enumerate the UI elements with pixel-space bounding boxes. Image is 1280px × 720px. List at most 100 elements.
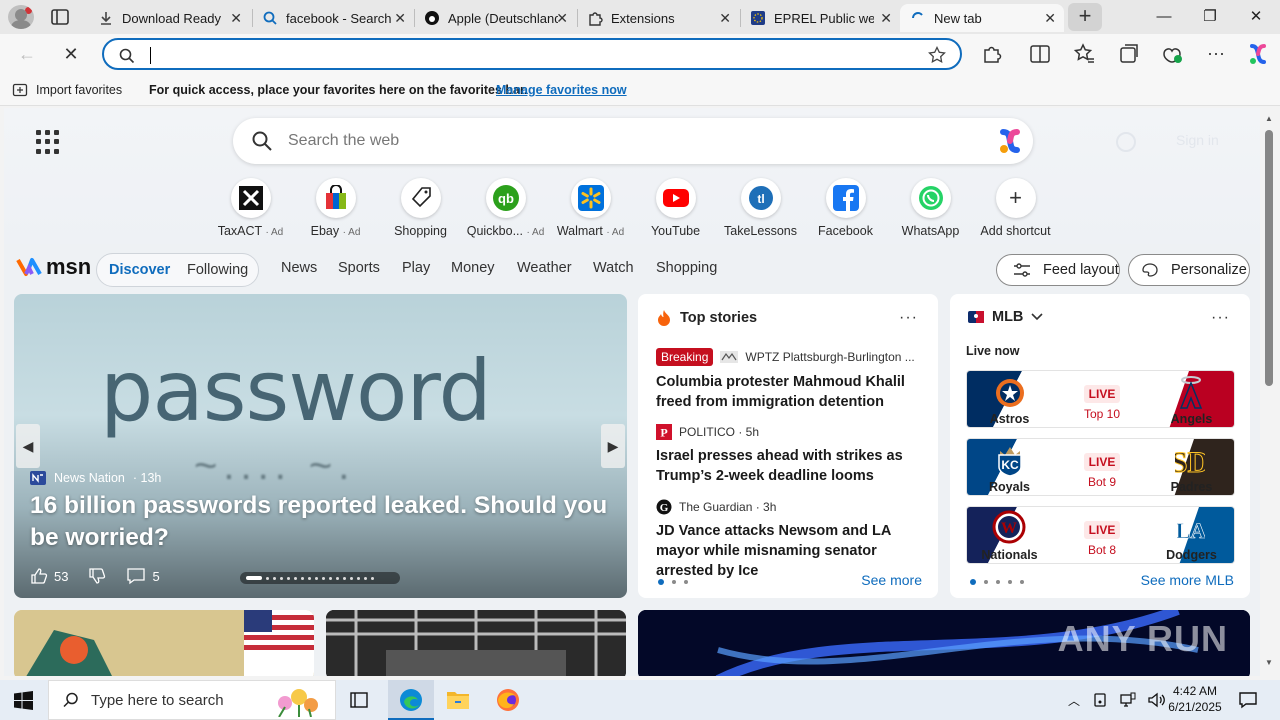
new-tab-button[interactable]: + <box>1068 3 1102 31</box>
settings-gear-icon[interactable] <box>1116 132 1136 152</box>
browser-essentials-icon[interactable] <box>1160 42 1184 66</box>
see-more-mlb-link[interactable]: See more MLB <box>1141 572 1234 588</box>
feed-layout-button[interactable]: Feed layout <box>996 254 1120 286</box>
collections-icon[interactable] <box>1117 42 1141 66</box>
shortcut-taxact[interactable]: TaxACT · Ad <box>208 174 293 238</box>
device-icon[interactable] <box>1092 692 1108 708</box>
tab-title: EPREL Public website <box>774 10 874 26</box>
shortcut-whatsapp[interactable]: WhatsApp <box>888 174 973 238</box>
carousel-next-button[interactable]: ▶ <box>601 424 625 468</box>
news-card[interactable] <box>326 610 626 676</box>
tab-download-ready[interactable]: Download Ready ✕ <box>88 4 250 32</box>
firefox-icon[interactable] <box>496 688 520 712</box>
nav-watch[interactable]: Watch <box>593 260 634 276</box>
stop-loading-icon[interactable]: ✕ <box>58 42 84 66</box>
address-input[interactable] <box>102 38 962 70</box>
scroll-up-icon[interactable]: ▲ <box>1265 114 1273 123</box>
close-tab-icon[interactable]: ✕ <box>230 10 242 27</box>
tab-following[interactable]: Following <box>187 262 248 278</box>
more-options-icon[interactable]: ··· <box>1211 309 1230 327</box>
network-icon[interactable] <box>1120 692 1136 708</box>
game-row[interactable]: Astros LIVE Top 10 Angels <box>966 370 1235 428</box>
restore-icon[interactable]: ❐ <box>1187 0 1233 34</box>
copilot-icon[interactable] <box>1246 42 1270 66</box>
taskbar-edge-button[interactable] <box>388 680 434 720</box>
taskbar-search-box[interactable]: Type here to search <box>48 680 336 720</box>
sign-in-button[interactable]: Sign in <box>1176 132 1219 148</box>
close-tab-icon[interactable]: ✕ <box>1044 10 1056 27</box>
nav-play[interactable]: Play <box>402 260 430 276</box>
more-options-icon[interactable]: ··· <box>899 309 918 327</box>
import-favorites-button[interactable]: Import favorites <box>12 82 122 98</box>
story-item[interactable]: G The Guardian · 3h JD Vance attacks New… <box>656 499 926 581</box>
close-tab-icon[interactable]: ✕ <box>880 10 892 27</box>
favorites-icon[interactable] <box>1072 42 1096 66</box>
mlb-pager[interactable] <box>970 579 1024 585</box>
extensions-icon[interactable] <box>980 42 1004 66</box>
settings-more-icon[interactable]: ··· <box>1204 42 1228 66</box>
back-arrow-icon[interactable]: ← <box>14 42 40 66</box>
add-shortcut-button[interactable]: + Add shortcut <box>973 174 1058 238</box>
shortcut-ebay[interactable]: Ebay · Ad <box>293 174 378 238</box>
nav-weather[interactable]: Weather <box>517 260 572 276</box>
close-window-icon[interactable]: ✕ <box>1233 0 1279 34</box>
split-screen-icon[interactable] <box>1028 42 1052 66</box>
tab-extensions[interactable]: Extensions ✕ <box>577 4 739 32</box>
msn-logo[interactable]: msn <box>16 254 91 280</box>
nav-news[interactable]: News <box>281 260 317 276</box>
shortcut-quickbooks[interactable]: qb Quickbo... · Ad <box>463 174 548 238</box>
shortcut-takelessons[interactable]: tl TakeLessons <box>718 174 803 238</box>
favorite-star-icon[interactable] <box>928 46 946 64</box>
mlb-header[interactable]: MLB <box>968 309 1043 325</box>
shortcut-youtube[interactable]: YouTube <box>633 174 718 238</box>
game-row[interactable]: W Nationals LIVE Bot 8 LA Dodgers <box>966 506 1235 564</box>
tab-apple[interactable]: Apple (Deutschland) ✕ <box>414 4 576 32</box>
story-item[interactable]: Breaking WPTZ Plattsburgh-Burlington ...… <box>656 348 926 412</box>
team-tile-away: SD Padres <box>1149 439 1234 495</box>
profile-avatar[interactable] <box>8 5 34 29</box>
scrollbar-thumb[interactable] <box>1265 130 1273 386</box>
personalize-button[interactable]: Personalize <box>1128 254 1250 286</box>
task-view-icon[interactable] <box>349 690 369 710</box>
game-row[interactable]: KC Royals LIVE Bot 9 SD Padres <box>966 438 1235 496</box>
copilot-icon[interactable] <box>995 126 1025 156</box>
show-hidden-icons-icon[interactable]: ︿ <box>1068 692 1080 709</box>
dislike-icon[interactable] <box>88 567 106 585</box>
nav-money[interactable]: Money <box>451 260 495 276</box>
close-tab-icon[interactable]: ✕ <box>719 10 731 27</box>
top-stories-pager[interactable] <box>658 579 688 585</box>
scroll-down-icon[interactable]: ▼ <box>1265 658 1273 667</box>
tab-eprel[interactable]: EPREL Public website ✕ <box>740 4 900 32</box>
web-search-box[interactable]: Search the web <box>233 118 1033 164</box>
nav-shopping[interactable]: Shopping <box>656 260 717 276</box>
shortcut-shopping[interactable]: Shopping <box>378 174 463 238</box>
news-card[interactable] <box>14 610 314 676</box>
see-more-link[interactable]: See more <box>861 572 922 588</box>
nav-sports[interactable]: Sports <box>338 260 380 276</box>
featured-story-card[interactable]: password ~.... ~. ◀ ▶ News Nation · 13h … <box>14 294 627 598</box>
story-item[interactable]: P POLITICO · 5h Israel presses ahead wit… <box>656 424 926 486</box>
file-explorer-icon[interactable] <box>446 689 470 711</box>
manage-favorites-link[interactable]: Manage favorites now <box>496 83 627 97</box>
tab-new-tab[interactable]: New tab ✕ <box>900 4 1064 32</box>
shortcut-walmart[interactable]: Walmart · Ad <box>548 174 633 238</box>
story-headline[interactable]: 16 billion passwords reported leaked. Sh… <box>30 490 620 554</box>
taskbar-clock[interactable]: 4:42 AM 6/21/2025 <box>1160 683 1230 715</box>
page-scrollbar[interactable]: ▲ ▼ <box>1260 108 1280 676</box>
news-card[interactable]: ANY RUN <box>638 610 1250 676</box>
comment-icon[interactable] <box>126 567 146 585</box>
close-tab-icon[interactable]: ✕ <box>556 10 568 27</box>
app-launcher-icon[interactable] <box>36 130 60 154</box>
workspaces-icon[interactable] <box>50 8 70 26</box>
carousel-prev-button[interactable]: ◀ <box>16 424 40 468</box>
close-tab-icon[interactable]: ✕ <box>394 10 406 27</box>
tab-facebook-search[interactable]: facebook - Search ✕ <box>252 4 414 32</box>
carousel-indicators[interactable] <box>240 572 400 584</box>
windows-start-icon[interactable] <box>14 691 33 710</box>
like-icon[interactable] <box>30 567 48 585</box>
notifications-icon[interactable] <box>1238 690 1258 710</box>
tab-discover[interactable]: Discover <box>109 262 170 278</box>
apple-icon <box>425 11 439 25</box>
shortcut-facebook[interactable]: Facebook <box>803 174 888 238</box>
minimize-icon[interactable]: — <box>1141 0 1187 34</box>
